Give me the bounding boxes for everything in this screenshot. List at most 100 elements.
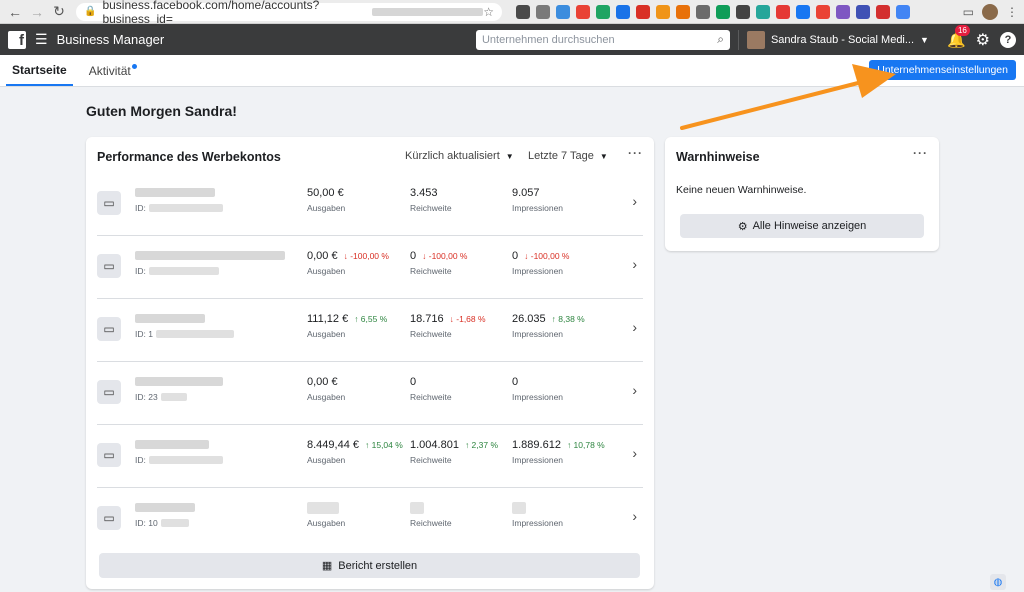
metric-value: 1.004.801 — [410, 439, 459, 451]
metric-cell: 0,00 € ↓ -100,00 % Ausgaben — [307, 250, 389, 276]
extension-icon[interactable] — [816, 4, 830, 19]
report-icon: ▦ — [321, 560, 333, 572]
account-name-redacted — [135, 251, 285, 260]
metric-cell: 0 Impressionen — [512, 376, 563, 402]
account-id-text: ID: 23 — [135, 392, 158, 402]
no-warnings-text: Keine neuen Warnhinweise. — [676, 184, 807, 196]
metric-value: 1.889.612 — [512, 439, 561, 451]
forward-icon[interactable]: → — [28, 3, 46, 21]
metric-label: Reichweite — [410, 203, 452, 213]
account-id-text: ID: — [135, 203, 146, 213]
help-icon[interactable]: ? — [1000, 31, 1016, 48]
extension-icon[interactable] — [676, 4, 690, 19]
account-id-text: ID: — [135, 266, 146, 276]
address-bar[interactable]: 🔒 business.facebook.com/home/accounts?bu… — [76, 0, 502, 26]
extension-icon[interactable] — [616, 4, 630, 19]
lock-icon: 🔒 — [84, 6, 97, 17]
metric-label: Ausgaben — [307, 329, 346, 339]
metric-value: 0 — [512, 250, 519, 262]
profile-avatar-icon[interactable] — [982, 3, 998, 20]
chevron-right-icon[interactable]: › — [632, 382, 637, 398]
ad-account-icon: ▭ — [97, 191, 121, 215]
search-icon[interactable]: ⌕ — [717, 32, 724, 47]
metric-value: 9.057 — [512, 187, 540, 199]
hamburger-menu-icon[interactable]: ☰ — [35, 31, 48, 48]
extension-icon[interactable] — [576, 4, 590, 19]
search-placeholder: Unternehmen durchsuchen — [481, 33, 615, 46]
chevron-right-icon[interactable]: › — [632, 193, 637, 209]
sort-dropdown-label: Kürzlich aktualisiert — [405, 150, 500, 162]
extension-icon[interactable] — [796, 4, 810, 19]
back-icon[interactable]: ← — [6, 3, 24, 21]
table-row[interactable]: ▭ ID: 50,00 € Ausgaben 3.453 Reichweite … — [97, 173, 643, 236]
sort-dropdown[interactable]: Kürzlich aktualisiert ▼ — [405, 150, 514, 162]
gear-icon[interactable]: ⚙ — [976, 30, 990, 50]
chevron-right-icon[interactable]: › — [632, 508, 637, 524]
facebook-logo-icon[interactable]: f — [8, 30, 26, 49]
caret-down-icon: ▼ — [505, 151, 514, 161]
create-report-button[interactable]: ▦ Bericht erstellen — [99, 553, 640, 578]
menu-icon[interactable]: ⋮ — [1006, 5, 1018, 19]
chevron-right-icon[interactable]: › — [632, 445, 637, 461]
table-row[interactable]: ▭ ID: 0,00 € ↓ -100,00 % Ausgaben 0 ↓ -1… — [97, 236, 643, 299]
date-range-dropdown[interactable]: Letzte 7 Tage ▼ — [528, 150, 608, 162]
extension-icon[interactable] — [896, 4, 910, 19]
account-switcher[interactable]: Sandra Staub - Social Medi... ▼ — [746, 30, 929, 49]
extension-icon[interactable] — [556, 4, 570, 19]
extension-icon[interactable] — [636, 4, 650, 19]
tab-bar: Startseite Aktivität Unternehmenseinstel… — [0, 55, 1024, 87]
metric-delta: ↑ 6,55 % — [354, 314, 388, 324]
tab-aktivitaet[interactable]: Aktivität — [83, 55, 137, 86]
metric-label: Impressionen — [512, 455, 564, 465]
table-row[interactable]: ▭ ID: 8.449,44 € ↑ 15,04 % Ausgaben 1.00… — [97, 425, 643, 488]
extension-icon[interactable] — [736, 4, 750, 19]
metric-value: 0,00 € — [307, 376, 338, 388]
extension-icon[interactable] — [656, 4, 670, 19]
bookmark-star-icon[interactable]: ☆ — [483, 5, 494, 19]
extension-icon[interactable] — [536, 4, 550, 19]
extension-icon[interactable] — [756, 4, 770, 19]
cast-icon[interactable]: ▭ — [963, 5, 974, 19]
metric-label: Ausgaben — [307, 203, 346, 213]
more-options-icon[interactable]: ··· — [628, 146, 643, 160]
metric-value-redacted — [307, 502, 339, 514]
metric-value: 26.035 — [512, 313, 546, 325]
metric-value: 8.449,44 € — [307, 439, 359, 451]
account-id-redacted — [148, 267, 219, 275]
search-input[interactable]: Unternehmen durchsuchen ⌕ — [475, 29, 730, 50]
business-settings-button[interactable]: Unternehmenseinstellungen — [869, 60, 1016, 80]
extension-icon[interactable] — [716, 4, 730, 19]
extension-icon[interactable] — [876, 4, 890, 19]
metric-cell: 8.449,44 € ↑ 15,04 % Ausgaben — [307, 439, 403, 465]
caret-down-icon: ▼ — [599, 151, 608, 161]
table-row[interactable]: ▭ ID: 23 0,00 € Ausgaben 0 Reichweite 0 — [97, 362, 643, 425]
tab-aktivitaet-label: Aktivität — [88, 63, 131, 78]
metric-value: 0,00 € — [307, 250, 338, 262]
account-name-redacted — [135, 377, 223, 386]
metric-cell: Impressionen — [512, 502, 563, 528]
metric-value: 0 — [512, 376, 519, 388]
extension-icon[interactable] — [856, 4, 870, 19]
extension-icon[interactable] — [776, 4, 790, 19]
metric-label: Ausgaben — [307, 266, 346, 276]
view-all-warnings-button[interactable]: ⚙ Alle Hinweise anzeigen — [680, 214, 924, 238]
warnings-card: Warnhinweise ··· Keine neuen Warnhinweis… — [665, 137, 939, 251]
metric-delta: ↑ 2,37 % — [464, 440, 499, 450]
reload-icon[interactable]: ↻ — [50, 3, 68, 21]
language-globe-icon[interactable]: ◍ — [990, 574, 1006, 590]
account-id: ID: — [135, 266, 219, 276]
extension-icon[interactable] — [596, 4, 610, 19]
table-row[interactable]: ▭ ID: 1 111,12 € ↑ 6,55 % Ausgaben 18.71… — [97, 299, 643, 362]
extension-icon[interactable] — [836, 4, 850, 19]
chevron-right-icon[interactable]: › — [632, 319, 637, 335]
extension-icon[interactable] — [696, 4, 710, 19]
more-options-icon[interactable]: ··· — [913, 146, 928, 160]
greeting-heading: Guten Morgen Sandra! — [86, 103, 237, 119]
tab-startseite[interactable]: Startseite — [6, 55, 73, 86]
notification-bell-icon[interactable]: 🔔 16 — [947, 24, 970, 49]
chevron-right-icon[interactable]: › — [632, 256, 637, 272]
table-row[interactable]: ▭ ID: 10 Ausgaben Reichweite Impressione… — [97, 488, 643, 551]
extension-icon[interactable] — [516, 4, 530, 19]
metric-label: Ausgaben — [307, 392, 346, 402]
metric-label: Impressionen — [512, 518, 564, 528]
